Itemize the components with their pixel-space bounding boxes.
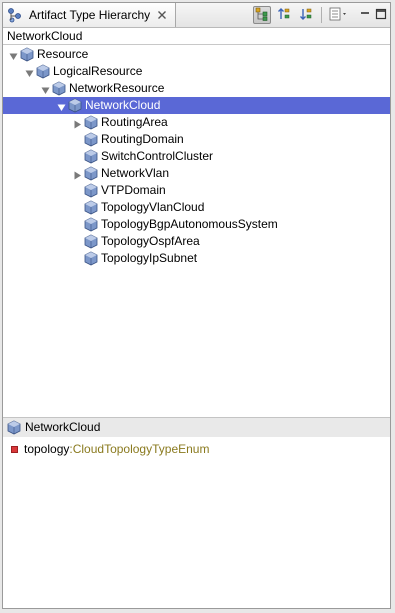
tree-node-label: VTPDomain [101,183,166,197]
attribute-icon [11,445,18,453]
tree-node-label: TopologyOspfArea [101,234,200,248]
type-hierarchy-icon [255,7,269,24]
tree-node[interactable]: Resource [3,46,390,63]
supertype-hierarchy-icon [277,7,291,24]
tree-node-label: RoutingArea [101,115,168,129]
close-icon[interactable] [156,9,168,21]
class-icon [84,132,98,147]
tree-node-label: Resource [37,47,89,61]
details-header: NetworkCloud [3,417,390,438]
show-type-hierarchy-button[interactable] [253,6,271,24]
attribute-row[interactable]: topology : CloudTopologyTypeEnum [11,441,209,457]
hierarchy-view-icon [7,7,23,23]
show-subtype-hierarchy-button[interactable] [297,6,315,24]
expand-triangle-right-icon[interactable] [73,169,82,180]
tree-node-label: NetworkResource [69,81,165,95]
tree-node[interactable]: TopologyIpSubnet [3,250,390,267]
class-icon [84,234,98,249]
class-icon [84,251,98,266]
tree-node-label: NetworkCloud [85,98,161,112]
class-icon [84,115,98,130]
expand-triangle-down-icon[interactable] [9,50,18,60]
tree-node-label: LogicalResource [53,64,143,78]
tree-node[interactable]: VTPDomain [3,182,390,199]
tree-node-label: RoutingDomain [101,132,184,146]
class-icon [52,81,66,96]
maximize-icon [375,8,387,23]
attribute-type: CloudTopologyTypeEnum [72,442,210,456]
tree-node-label: TopologyBgpAutonomousSystem [101,217,278,231]
tree-node[interactable]: LogicalResource [3,63,390,80]
expand-triangle-right-icon[interactable] [73,118,82,129]
tree-node[interactable]: TopologyBgpAutonomousSystem [3,216,390,233]
class-icon [84,217,98,232]
view-title-bar: Artifact Type Hierarchy [3,3,390,28]
toolbar-separator [321,7,322,23]
tree-node-label: TopologyIpSubnet [101,251,198,265]
expand-triangle-down-icon[interactable] [57,101,66,111]
class-icon [84,200,98,215]
tree-node[interactable]: NetworkResource [3,80,390,97]
tree-node[interactable]: RoutingDomain [3,131,390,148]
tree-node[interactable]: RoutingArea [3,114,390,131]
class-icon [84,149,98,164]
hierarchy-tree[interactable]: Resource LogicalResource NetworkResource Ne… [3,44,390,418]
show-supertype-hierarchy-button[interactable] [275,6,293,24]
expand-triangle-down-icon[interactable] [25,67,34,77]
tree-node[interactable]: NetworkVlan [3,165,390,182]
tree-node-label: NetworkVlan [101,166,170,180]
hierarchy-path-label: NetworkCloud [7,29,83,43]
class-icon [7,420,21,435]
class-icon [68,98,82,113]
class-icon [84,183,98,198]
view-menu-button[interactable] [327,6,353,24]
tree-node[interactable]: TopologyVlanCloud [3,199,390,216]
tab-title: Artifact Type Hierarchy [29,8,151,22]
type-hierarchy-view: Artifact Type Hierarchy NetworkCloud Res… [2,2,391,609]
subtype-hierarchy-icon [299,7,313,24]
details-pane: topology : CloudTopologyTypeEnum [3,437,390,608]
tree-node[interactable]: NetworkCloud [3,97,390,114]
class-icon [84,166,98,181]
tree-node[interactable]: TopologyOspfArea [3,233,390,250]
view-menu-icon [329,7,351,24]
attribute-name: topology [24,442,70,456]
tree-node-label: SwitchControlCluster [101,149,214,163]
class-icon [36,64,50,79]
tree-node[interactable]: SwitchControlCluster [3,148,390,165]
class-icon [20,47,34,62]
maximize-button[interactable] [372,6,390,24]
tab-artifact-type-hierarchy[interactable]: Artifact Type Hierarchy [3,3,176,27]
tree-node-label: TopologyVlanCloud [101,200,205,214]
expand-triangle-down-icon[interactable] [41,84,50,94]
details-title: NetworkCloud [25,420,101,434]
minimize-icon [359,8,371,23]
